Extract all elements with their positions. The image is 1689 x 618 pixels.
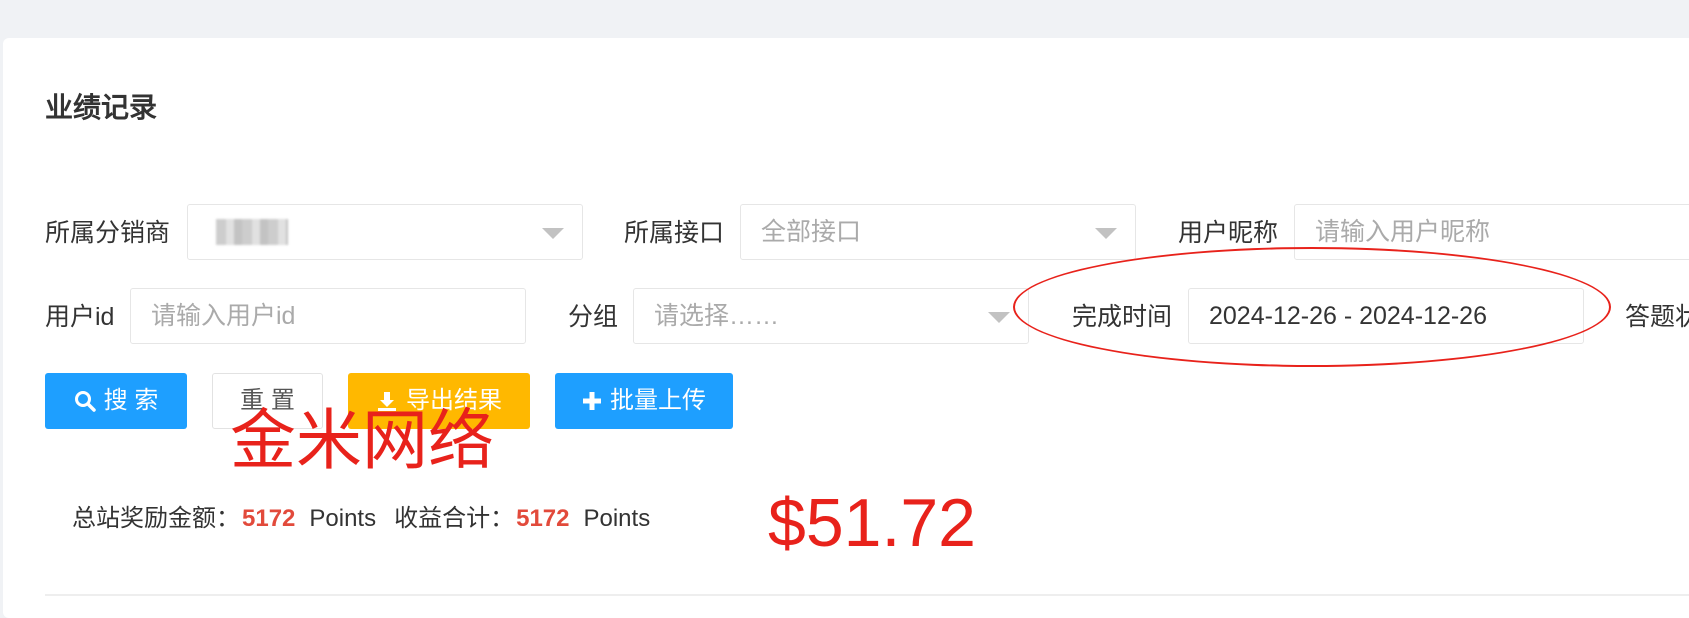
annotation-ellipse [1013,247,1611,367]
nickname-label: 用户昵称 [1178,219,1279,247]
station-reward-unit: Points [309,505,377,532]
interface-select[interactable]: 全部接口 [740,204,1136,260]
station-reward-value: 5172 [242,505,296,532]
station-reward-label: 总站奖励金额： [72,505,240,532]
divider [45,594,1689,596]
chevron-down-icon [1095,228,1117,239]
income-total-value: 5172 [516,505,570,532]
batch-upload-button[interactable]: 批量上传 [555,373,733,429]
income-total-label: 收益合计： [394,505,515,532]
nickname-placeholder: 请输入用户昵称 [1315,218,1491,246]
page-title: 业绩记录 [45,92,158,123]
userid-input[interactable]: 请输入用户id [130,288,526,344]
watermark-text: 金米网络 [230,403,494,477]
userid-label: 用户id [45,303,115,331]
chevron-down-icon [542,228,564,239]
income-total-unit: Points [583,505,651,532]
interface-label: 所属接口 [624,219,725,247]
chevron-down-icon [988,312,1010,323]
redacted-distributor-value [216,219,288,245]
plus-icon [583,392,601,410]
search-icon [74,391,96,412]
batch-upload-button-label: 批量上传 [610,387,706,414]
amount-annotation: $51.72 [768,485,976,561]
search-button-label: 搜 索 [103,387,159,414]
search-button[interactable]: 搜 索 [45,373,187,429]
answer-status-label: 答题状 [1625,303,1689,331]
stats-bar: 总站奖励金额：5172 Points 收益合计：5172 Points [72,498,650,533]
distributor-label: 所属分销商 [45,219,171,247]
group-label: 分组 [568,303,619,331]
distributor-select[interactable] [187,204,583,260]
userid-placeholder: 请输入用户id [151,302,296,330]
interface-select-value: 全部接口 [761,218,862,246]
group-placeholder: 请选择…… [654,302,780,330]
group-select[interactable]: 请选择…… [633,288,1029,344]
